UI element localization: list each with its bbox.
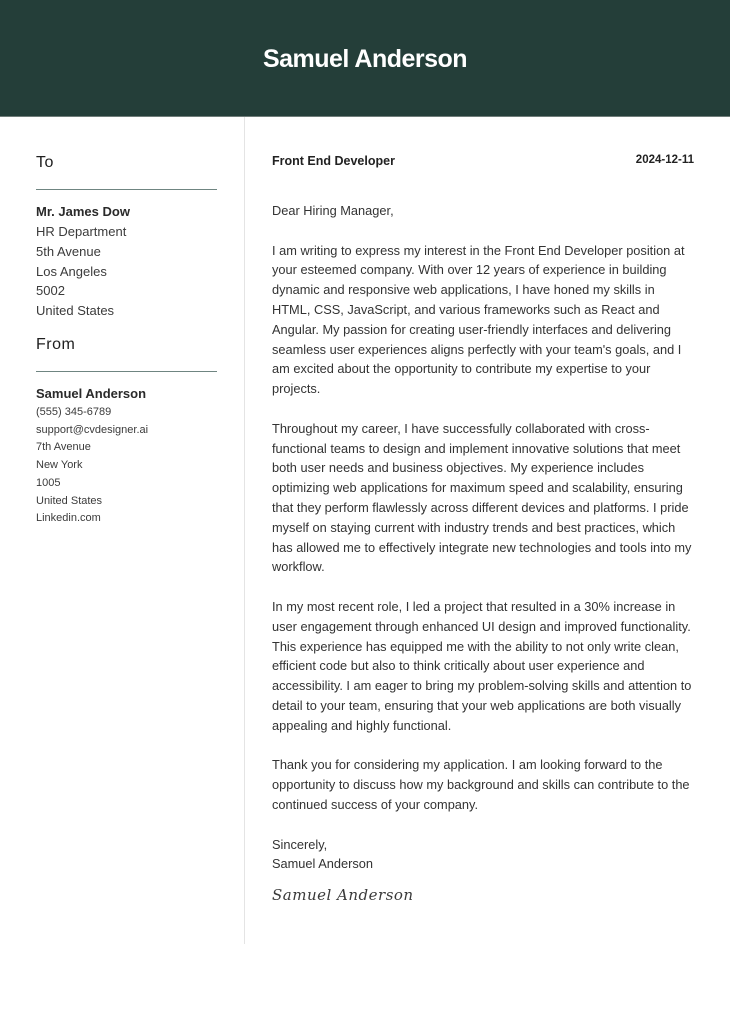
letter-text: Dear Hiring Manager, I am writing to exp… xyxy=(272,201,694,906)
recipient-line: Los Angeles xyxy=(36,263,107,279)
sender-phone: (555) 345-6789 xyxy=(36,406,112,418)
signature: Samuel Anderson xyxy=(272,886,414,905)
letter-meta: Front End Developer 2024-12-11 xyxy=(272,154,694,168)
from-section: From Samuel Anderson (555) 345-6789 supp… xyxy=(36,336,217,528)
sender-contact: (555) 345-6789 support@cvdesigner.ai 7th… xyxy=(36,404,217,528)
paragraph: Throughout my career, I have successfull… xyxy=(272,420,692,575)
applicant-name-title: Samuel Anderson xyxy=(262,44,468,73)
to-section: To Mr. James Dow HR Department 5th Avenu… xyxy=(36,154,217,321)
paragraph: I am writing to express my interest in t… xyxy=(272,242,685,397)
recipient-line: United States xyxy=(36,303,115,319)
paragraph: Thank you for considering my application… xyxy=(272,757,690,812)
recipient-line: 5002 xyxy=(36,283,65,299)
sender-line: 1005 xyxy=(36,476,61,489)
paragraph: In my most recent role, I led a project … xyxy=(272,598,692,733)
salutation: Dear Hiring Manager, xyxy=(272,203,394,218)
recipient-line: HR Department xyxy=(36,224,127,239)
sidebar: To Mr. James Dow HR Department 5th Avenu… xyxy=(0,117,245,944)
recipient-address: HR Department 5th Avenue Los Angeles 500… xyxy=(36,222,217,321)
position-title: Front End Developer xyxy=(272,154,395,168)
sender-email[interactable]: support@cvdesigner.ai xyxy=(36,422,217,440)
to-heading: To xyxy=(36,154,217,190)
header-banner: Samuel Anderson xyxy=(0,0,730,117)
sender-line: 7th Avenue xyxy=(36,441,91,454)
sender-line: United States xyxy=(36,494,103,507)
sender-linkedin[interactable]: Linkedin.com xyxy=(36,510,217,528)
recipient-name: Mr. James Dow xyxy=(36,204,130,219)
from-heading: From xyxy=(36,336,217,372)
closing: Sincerely, xyxy=(272,836,328,852)
sender-name: Samuel Anderson xyxy=(36,386,147,401)
sender-line: New York xyxy=(36,459,83,472)
letter-date: 2024-12-11 xyxy=(635,154,694,166)
recipient-line: 5th Avenue xyxy=(36,243,101,259)
signer-name: Samuel Anderson xyxy=(272,856,374,872)
